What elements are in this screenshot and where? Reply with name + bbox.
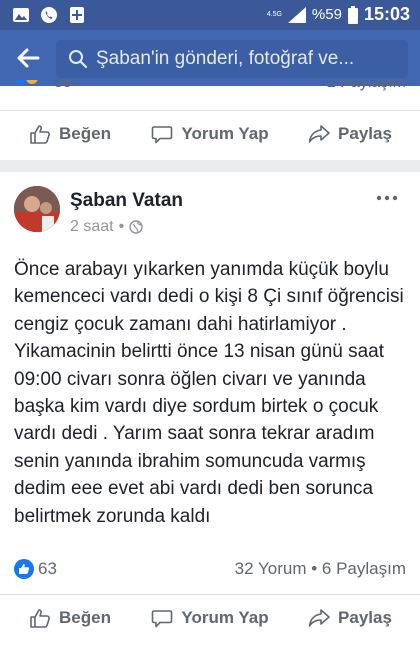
comment-label: Yorum Yap bbox=[181, 123, 269, 143]
like-button[interactable]: Beğen bbox=[0, 111, 140, 156]
share-button[interactable]: Paylaş bbox=[280, 111, 420, 156]
like-button[interactable]: Beğen bbox=[0, 595, 140, 640]
globe-icon bbox=[129, 220, 143, 234]
previous-post-actions: Beğen Yorum Yap Paylaş bbox=[0, 110, 420, 156]
thumbs-up-icon bbox=[30, 608, 50, 628]
profile-photo bbox=[14, 186, 60, 232]
share-arrow-icon bbox=[308, 124, 330, 143]
signal-icon bbox=[287, 6, 306, 23]
reactions-bar[interactable]: 63 32 Yorum • 6 Paylaşım bbox=[14, 558, 406, 582]
reaction-icons bbox=[14, 80, 38, 84]
post-meta: 2 saat • bbox=[70, 218, 143, 236]
whatsapp-icon bbox=[41, 7, 57, 23]
post-time[interactable]: 2 saat bbox=[70, 218, 114, 236]
comment-icon bbox=[152, 125, 173, 143]
share-arrow-icon bbox=[308, 608, 330, 627]
reaction-count: 63 bbox=[38, 559, 57, 578]
network-type: 4.5G bbox=[266, 10, 282, 18]
comment-count: 32 Yorum bbox=[234, 559, 307, 578]
plus-icon bbox=[70, 7, 84, 23]
post-author[interactable]: Şaban Vatan bbox=[70, 190, 183, 212]
share-label: Paylaş bbox=[338, 607, 392, 627]
back-arrow-icon[interactable] bbox=[14, 44, 42, 72]
battery-level: %59 bbox=[311, 6, 342, 23]
avatar[interactable] bbox=[14, 186, 60, 232]
post-text: Önce arabayı yıkarken yanımda küçük boyl… bbox=[14, 259, 404, 527]
previous-share-count: 2 Paylaşım bbox=[326, 80, 406, 91]
meta-separator: • bbox=[118, 218, 125, 235]
status-bar: 4.5G %59 15:03 bbox=[0, 0, 420, 30]
like-label: Beğen bbox=[59, 607, 111, 627]
search-input[interactable]: Şaban'in gönderi, fotoğraf ve... bbox=[56, 40, 408, 78]
like-label: Beğen bbox=[59, 123, 111, 143]
comment-button[interactable]: Yorum Yap bbox=[140, 595, 280, 640]
search-placeholder: Şaban'in gönderi, fotoğraf ve... bbox=[96, 48, 355, 69]
share-button[interactable]: Paylaş bbox=[280, 595, 420, 640]
previous-reaction-count: 55 bbox=[54, 80, 72, 91]
thumbs-up-icon bbox=[30, 124, 50, 144]
image-icon bbox=[13, 8, 29, 22]
share-count: 6 Paylaşım bbox=[321, 559, 406, 578]
comment-icon bbox=[152, 609, 173, 627]
search-icon bbox=[69, 50, 88, 69]
search-header: Şaban'in gönderi, fotoğraf ve... bbox=[0, 30, 420, 86]
previous-post-card: 55 2 Paylaşım Beğen Yorum Yap Paylaş bbox=[0, 80, 420, 160]
share-label: Paylaş bbox=[338, 123, 392, 143]
comment-label: Yorum Yap bbox=[181, 607, 269, 627]
previous-post-summary: 55 2 Paylaşım bbox=[14, 80, 406, 94]
post-actions: Beğen Yorum Yap Paylaş bbox=[0, 594, 420, 640]
comment-share-counts[interactable]: 32 Yorum • 6 Paylaşım bbox=[235, 559, 406, 579]
battery-icon bbox=[347, 5, 358, 24]
clock: 15:03 bbox=[363, 4, 410, 24]
comment-button[interactable]: Yorum Yap bbox=[140, 111, 280, 156]
post-card: Şaban Vatan 2 saat • Önce arabayı yıkark… bbox=[0, 172, 420, 648]
like-reaction-icon bbox=[14, 559, 34, 579]
more-options-icon[interactable] bbox=[376, 194, 398, 202]
